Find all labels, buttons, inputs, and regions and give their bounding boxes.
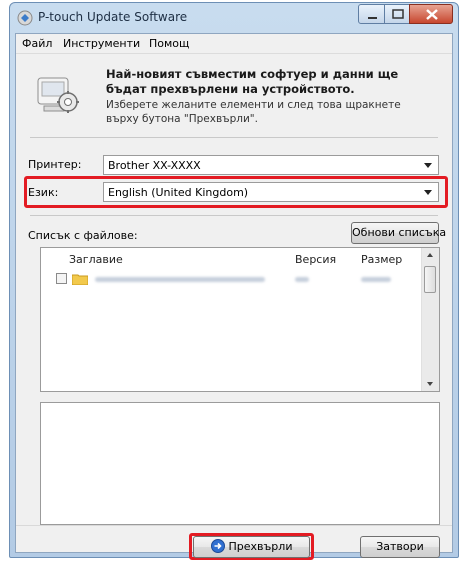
dialog-client: Файл Инструменти Помощ Най-новият съвмес… bbox=[15, 33, 453, 560]
arrow-right-circle-icon bbox=[210, 539, 225, 553]
divider bbox=[16, 525, 452, 526]
language-value: English (United Kingdom) bbox=[108, 186, 249, 199]
printer-label: Принтер: bbox=[28, 158, 82, 171]
item-size-blurred bbox=[361, 277, 391, 282]
chevron-down-icon bbox=[424, 190, 432, 195]
app-icon bbox=[17, 10, 33, 26]
divider bbox=[30, 137, 438, 138]
transfer-label: Прехвърли bbox=[228, 540, 293, 553]
header-title: Най-новият съвместим софтуер и данни ще … bbox=[106, 67, 399, 96]
minimize-icon bbox=[368, 17, 377, 19]
printer-select[interactable]: Brother XX-XXXX bbox=[103, 155, 439, 175]
list-item[interactable] bbox=[41, 270, 423, 288]
file-list[interactable]: Заглавие Версия Размер bbox=[40, 247, 440, 392]
menu-help[interactable]: Помощ bbox=[149, 37, 189, 50]
header-subtitle: Изберете желаните елементи и след това щ… bbox=[106, 99, 401, 125]
close-window-button[interactable] bbox=[409, 4, 453, 24]
language-label: Език: bbox=[28, 186, 59, 199]
menu-bar: Файл Инструменти Помощ bbox=[16, 34, 452, 54]
divider bbox=[30, 215, 438, 216]
details-panel bbox=[40, 402, 440, 525]
item-title-blurred bbox=[95, 277, 265, 282]
scroll-thumb[interactable] bbox=[424, 266, 436, 293]
item-checkbox[interactable] bbox=[56, 273, 67, 284]
minimize-button[interactable] bbox=[358, 4, 385, 24]
column-header-size[interactable]: Размер bbox=[361, 253, 402, 266]
title-bar[interactable]: P-touch Update Software bbox=[10, 3, 458, 33]
window-title: P-touch Update Software bbox=[38, 10, 188, 24]
file-list-label: Списък с файлове: bbox=[28, 229, 138, 242]
refresh-list-button[interactable]: Обнови списъка bbox=[351, 222, 446, 244]
close-button[interactable]: Затвори bbox=[360, 536, 440, 558]
menu-tools[interactable]: Инструменти bbox=[63, 37, 140, 50]
maximize-icon bbox=[392, 9, 404, 19]
column-header-version[interactable]: Версия bbox=[295, 253, 336, 266]
scroll-up-icon[interactable] bbox=[427, 253, 433, 257]
printer-value: Brother XX-XXXX bbox=[108, 159, 201, 172]
app-window: P-touch Update Software Файл Инструменти… bbox=[9, 2, 459, 560]
folder-icon bbox=[72, 274, 88, 285]
close-icon bbox=[426, 9, 438, 20]
chevron-down-icon bbox=[424, 163, 432, 168]
scroll-down-icon[interactable] bbox=[427, 382, 433, 386]
transfer-button[interactable]: Прехвърли bbox=[193, 536, 310, 558]
maximize-button[interactable] bbox=[384, 4, 410, 24]
item-version-blurred bbox=[295, 277, 309, 282]
column-header-title[interactable]: Заглавие bbox=[69, 253, 123, 266]
computer-gear-icon bbox=[37, 77, 79, 113]
menu-file[interactable]: Файл bbox=[22, 37, 52, 50]
list-scrollbar[interactable] bbox=[421, 248, 439, 391]
language-select[interactable]: English (United Kingdom) bbox=[103, 182, 439, 202]
